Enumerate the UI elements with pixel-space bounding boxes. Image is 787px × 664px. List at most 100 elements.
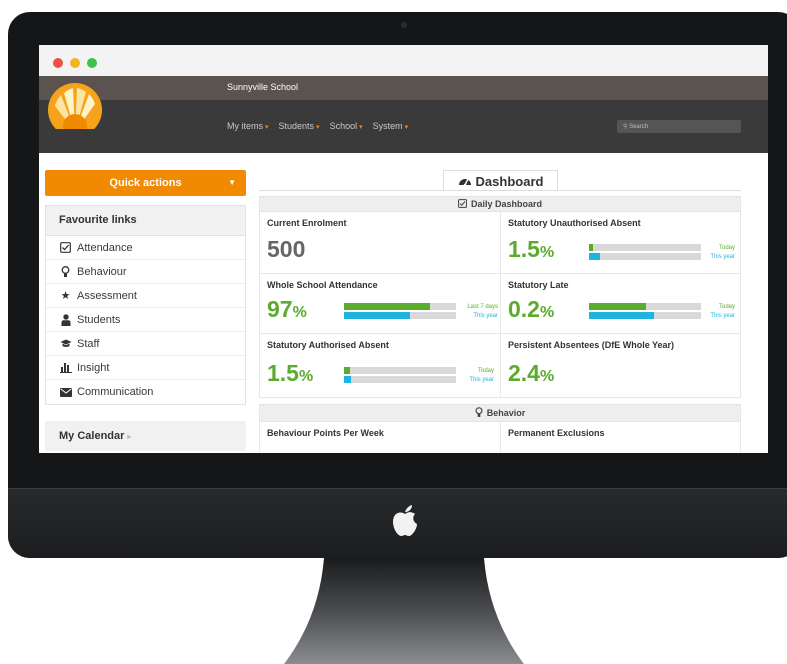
sidebar-item-attendance[interactable]: Attendance	[46, 236, 245, 260]
envelope-icon	[59, 386, 72, 399]
bar-legend: Today This year	[469, 368, 494, 383]
tab-dashboard[interactable]: Dashboard	[443, 170, 558, 191]
sidebar-item-label: Assessment	[77, 289, 137, 302]
sunburst-logo-icon[interactable]	[47, 82, 103, 138]
dashboard-gauge-icon	[458, 174, 472, 189]
sidebar-item-communication[interactable]: Communication	[46, 380, 245, 404]
card-title: Whole School Attendance	[267, 280, 378, 290]
card-whole-school-attendance[interactable]: Whole School Attendance 97% Last 7 days T…	[260, 274, 500, 333]
card-title: Statutory Unauthorised Absent	[508, 218, 641, 228]
behavior-grid: Behaviour Points Per Week Permanent Excl…	[259, 422, 741, 453]
card-title: Behaviour Points Per Week	[267, 428, 384, 438]
nav-school[interactable]: School ▾	[330, 121, 363, 131]
search-placeholder: Search	[629, 124, 649, 130]
checkbox-icon	[458, 198, 467, 210]
search-icon: ⚲	[623, 124, 628, 130]
expand-arrow-icon: ▸	[127, 432, 132, 441]
progress-bar-this-year	[589, 312, 701, 319]
sidebar-item-label: Behaviour	[77, 265, 127, 278]
main-nav: My items ▾ Students ▾ School ▾ System ▾	[227, 121, 408, 131]
card-title: Statutory Authorised Absent	[267, 340, 389, 350]
progress-bars	[589, 244, 701, 262]
quick-actions-button[interactable]: Quick actions ▼	[45, 170, 246, 196]
camera-icon	[401, 22, 407, 28]
monitor-stand	[284, 558, 524, 664]
caret-down-icon: ▾	[265, 124, 269, 131]
sidebar-item-behaviour[interactable]: Behaviour	[46, 260, 245, 284]
caret-down-icon: ▾	[316, 124, 320, 131]
card-value: 500	[267, 236, 306, 262]
sidebar-item-label: Students	[77, 313, 121, 326]
user-icon	[59, 313, 72, 326]
lightbulb-icon	[59, 265, 72, 278]
nav-my-items[interactable]: My items ▾	[227, 121, 269, 131]
nav-students[interactable]: Students ▾	[279, 121, 320, 131]
sidebar-item-label: Insight	[77, 361, 110, 374]
sidebar-item-insight[interactable]: Insight	[46, 356, 245, 380]
bar-chart-icon	[59, 361, 72, 374]
progress-bar-last-7-days	[344, 303, 456, 310]
card-behaviour-points-per-week[interactable]: Behaviour Points Per Week	[260, 422, 500, 453]
my-calendar-title: My Calendar	[59, 430, 125, 442]
card-value: 1.5%	[508, 236, 555, 262]
bar-legend: Last 7 days This year	[467, 304, 498, 319]
progress-bar-this-year	[344, 312, 456, 319]
close-window-button[interactable]	[53, 58, 63, 68]
window-chrome	[39, 45, 768, 76]
card-title: Permanent Exclusions	[508, 428, 605, 438]
card-title: Current Enrolment	[267, 218, 347, 228]
school-name: Sunnyville School	[227, 82, 299, 92]
card-value: 0.2%	[508, 296, 555, 322]
card-statutory-authorised-absent[interactable]: Statutory Authorised Absent 1.5% Today Th…	[260, 334, 500, 397]
sidebar-item-assessment[interactable]: ★ Assessment	[46, 284, 245, 308]
sidebar-item-staff[interactable]: Staff	[46, 332, 245, 356]
quick-actions-label: Quick actions	[109, 177, 182, 189]
card-current-enrolment[interactable]: Current Enrolment 500	[260, 212, 500, 273]
caret-down-icon: ▾	[359, 124, 363, 131]
maximize-window-button[interactable]	[87, 58, 97, 68]
progress-bars	[344, 303, 456, 321]
dashboard-row: Statutory Authorised Absent 1.5% Today Th…	[260, 334, 740, 398]
card-permanent-exclusions[interactable]: Permanent Exclusions	[500, 422, 740, 453]
daily-dashboard-title: Daily Dashboard	[470, 199, 543, 209]
daily-dashboard-header: Daily Dashboard	[259, 196, 741, 212]
card-value: 2.4%	[508, 360, 555, 386]
tab-divider	[259, 190, 741, 191]
favourite-links-title: Favourite links	[46, 206, 245, 236]
search-input[interactable]: ⚲ Search	[617, 120, 741, 133]
progress-bar-today	[589, 303, 701, 310]
nav-system[interactable]: System ▾	[373, 121, 409, 131]
sidebar-item-students[interactable]: Students	[46, 308, 245, 332]
progress-bars	[589, 303, 701, 321]
imac-mockup: Sunnyville School My items ▾ Students ▾ Sc…	[0, 0, 787, 664]
checkbox-icon	[59, 241, 72, 254]
progress-bar-today	[589, 244, 701, 251]
screen: Sunnyville School My items ▾ Students ▾ Sc…	[39, 45, 768, 453]
favourite-links-panel: Favourite links Attendance Behaviour ★ A…	[45, 205, 246, 405]
daily-dashboard-grid: Current Enrolment 500 Statutory Unauthor…	[259, 212, 741, 398]
app-header: Sunnyville School My items ▾ Students ▾ Sc…	[39, 76, 768, 153]
minimize-window-button[interactable]	[70, 58, 80, 68]
graduation-cap-icon	[59, 337, 72, 350]
apple-logo-icon	[393, 505, 417, 536]
dashboard-row: Behaviour Points Per Week Permanent Excl…	[260, 422, 740, 453]
bar-legend: Today This year	[710, 304, 735, 319]
sidebar-item-label: Staff	[77, 337, 100, 350]
card-value: 1.5%	[267, 360, 314, 386]
card-statutory-unauthorised-absent[interactable]: Statutory Unauthorised Absent 1.5% Today…	[500, 212, 740, 273]
sidebar: Quick actions ▼ Favourite links Attendan…	[45, 170, 246, 451]
lightbulb-icon	[475, 406, 483, 420]
my-calendar-header[interactable]: My Calendar ▸	[45, 421, 246, 451]
star-icon: ★	[60, 290, 71, 302]
dashboard-tab-label: Dashboard	[475, 173, 544, 189]
school-bar: Sunnyville School	[39, 76, 768, 100]
behavior-header: Behavior	[259, 404, 741, 422]
bar-legend: Today This year	[710, 245, 735, 260]
dashboard-row: Current Enrolment 500 Statutory Unauthor…	[260, 212, 740, 274]
card-statutory-late[interactable]: Statutory Late 0.2% Today This year	[500, 274, 740, 333]
progress-bar-this-year	[589, 253, 701, 260]
card-persistent-absentees[interactable]: Persistent Absentees (DfE Whole Year) 2.…	[500, 334, 740, 397]
card-value: 97%	[267, 296, 307, 322]
progress-bars	[344, 367, 456, 385]
caret-down-icon: ▾	[404, 124, 409, 131]
